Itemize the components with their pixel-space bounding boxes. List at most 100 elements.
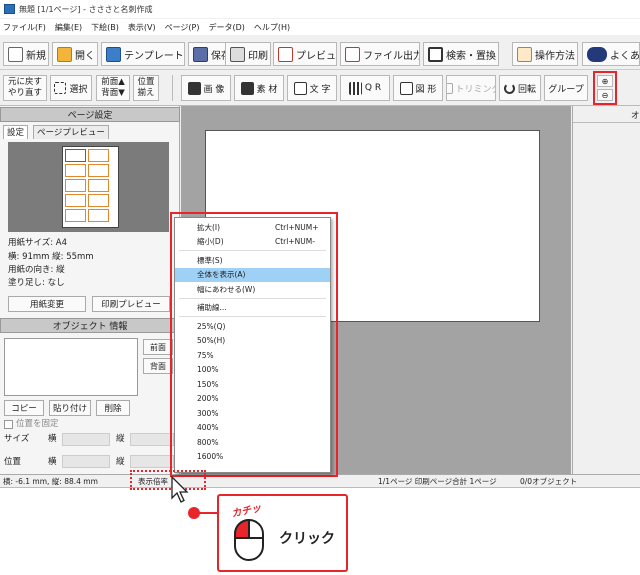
group-button[interactable]: グループ bbox=[544, 75, 588, 101]
zoom-menu-item-label: 補助線... bbox=[197, 303, 227, 312]
paper-orientation-text: 用紙の向き: 縦 bbox=[8, 265, 65, 275]
zoom-menu-item-label: 拡大(I) bbox=[197, 222, 221, 232]
zoom-menu-item-label: 800% bbox=[197, 437, 219, 447]
preview-card bbox=[65, 179, 86, 192]
app-icon bbox=[4, 4, 15, 14]
material-button[interactable]: 素 材 bbox=[234, 75, 284, 101]
new-button[interactable]: 新規 bbox=[3, 42, 49, 66]
faq-button[interactable]: よくあ bbox=[582, 42, 640, 66]
zoom-menu-item[interactable]: 縮小(D) Ctrl+NUM- bbox=[175, 235, 330, 249]
change-paper-button[interactable]: 用紙変更 bbox=[8, 296, 86, 312]
select-button[interactable]: 選択 bbox=[50, 75, 92, 101]
zoom-menu-item[interactable]: 100% bbox=[175, 363, 330, 377]
menu-view[interactable]: 表示(V) bbox=[128, 22, 156, 33]
export-icon bbox=[345, 46, 360, 62]
zoom-menu-item[interactable]: 補助線... bbox=[175, 301, 330, 315]
menu-separator bbox=[179, 250, 326, 251]
menu-background[interactable]: 下絵(B) bbox=[91, 22, 119, 33]
howto-button[interactable]: 操作方法 bbox=[512, 42, 578, 66]
position-y-field[interactable] bbox=[130, 455, 174, 468]
position-label: 位置 bbox=[4, 457, 22, 467]
preview-button[interactable]: プレビュー bbox=[273, 42, 337, 66]
rotate-button[interactable]: 回転 bbox=[499, 75, 541, 101]
hand-pointer-icon bbox=[517, 46, 532, 62]
zoom-menu-item[interactable]: 400% bbox=[175, 421, 330, 435]
size-width-field[interactable] bbox=[62, 433, 110, 446]
zoom-in-button[interactable]: ⊕ bbox=[597, 75, 613, 87]
main-toolbar: 新規 開く テンプレート 保存 印刷 プレビュー ファイル出力 検索・置換 bbox=[0, 38, 640, 70]
image-button[interactable]: 画 像 bbox=[181, 75, 231, 101]
fix-position-checkbox[interactable] bbox=[4, 420, 13, 429]
zoom-menu-item[interactable]: 75% bbox=[175, 348, 330, 362]
page-preview-thumbnail bbox=[8, 142, 169, 232]
zoom-menu-item-label: 全体を表示(A) bbox=[197, 270, 246, 279]
zoom-menu-item[interactable]: 全体を表示(A) bbox=[175, 267, 330, 282]
zoom-menu-item[interactable]: 幅にあわせる(W) bbox=[175, 282, 330, 296]
paste-button[interactable]: 貼り付け bbox=[49, 400, 91, 416]
tab-page-preview[interactable]: ページプレビュー bbox=[33, 125, 109, 139]
zoom-menu-item-label: 標準(S) bbox=[197, 255, 223, 265]
zoom-out-button[interactable]: ⊖ bbox=[597, 89, 613, 101]
trimming-button[interactable]: トリミング bbox=[446, 75, 496, 101]
delete-button[interactable]: 削除 bbox=[96, 400, 130, 416]
position-x-field[interactable] bbox=[62, 455, 110, 468]
print-preview-button[interactable]: 印刷プレビュー bbox=[92, 296, 170, 312]
zoom-menu-item[interactable]: 1600% bbox=[175, 450, 330, 464]
zoom-menu-item[interactable]: 300% bbox=[175, 406, 330, 420]
shape-button[interactable]: 図 形 bbox=[393, 75, 443, 101]
print-button[interactable]: 印刷 bbox=[225, 42, 271, 66]
menu-data[interactable]: データ(D) bbox=[209, 22, 245, 33]
zoom-menu-item[interactable]: 25%(Q) bbox=[175, 319, 330, 333]
preview-card bbox=[88, 194, 109, 207]
zoom-menu-item-label: 150% bbox=[197, 379, 219, 389]
open-button[interactable]: 開く bbox=[52, 42, 98, 66]
click-label: クリック bbox=[279, 531, 335, 547]
object-list[interactable] bbox=[4, 338, 138, 396]
text-button[interactable]: 文 字 bbox=[287, 75, 337, 101]
zoom-menu-item[interactable]: 拡大(I) Ctrl+NUM+ bbox=[175, 220, 330, 234]
page-count-status: 1/1ページ 印刷ページ合計 1ページ bbox=[378, 477, 497, 486]
save-icon bbox=[193, 46, 208, 62]
zoom-menu-item-label: 25%(Q) bbox=[197, 321, 226, 331]
search-replace-button[interactable]: 検索・置換 bbox=[423, 42, 499, 66]
menu-help[interactable]: ヘルプ(H) bbox=[254, 22, 290, 33]
size-height-label: 縦 bbox=[116, 434, 125, 444]
click-callout: カチッ クリック bbox=[217, 494, 348, 572]
template-icon bbox=[106, 46, 121, 62]
zoom-menu-item-label: 1600% bbox=[197, 452, 224, 461]
size-height-field[interactable] bbox=[130, 433, 174, 446]
preview-card bbox=[65, 209, 86, 222]
tab-settings[interactable]: 設定 bbox=[3, 125, 29, 139]
paper-dimensions-text: 横: 91mm 縦: 55mm bbox=[8, 252, 94, 262]
send-back-button[interactable]: 背面 bbox=[143, 358, 173, 374]
zoom-menu-item[interactable]: 標準(S) bbox=[175, 253, 330, 267]
file-export-button[interactable]: ファイル出力 bbox=[340, 42, 420, 66]
menu-file[interactable]: ファイル(F) bbox=[3, 22, 46, 33]
menu-edit[interactable]: 編集(E) bbox=[55, 22, 82, 33]
bring-front-button[interactable]: 前面 bbox=[143, 339, 173, 355]
new-document-icon bbox=[8, 46, 23, 62]
position-y-label: 縦 bbox=[116, 457, 125, 467]
preview-card bbox=[65, 164, 86, 177]
menu-separator bbox=[179, 316, 326, 317]
menu-page[interactable]: ページ(P) bbox=[165, 22, 200, 33]
template-button[interactable]: テンプレート bbox=[101, 42, 185, 66]
zoom-menu-item[interactable]: 200% bbox=[175, 392, 330, 406]
zoom-menu-item[interactable]: 800% bbox=[175, 435, 330, 449]
qa-icon bbox=[587, 46, 607, 62]
qr-button[interactable]: Q R bbox=[340, 75, 390, 101]
fix-position-label: 位置を固定 bbox=[16, 419, 59, 429]
align-button[interactable]: 位置 揃え bbox=[133, 75, 159, 101]
size-width-label: 横 bbox=[48, 434, 57, 444]
trimming-icon bbox=[447, 82, 453, 94]
shape-icon bbox=[399, 81, 413, 95]
size-label: サイズ bbox=[4, 434, 30, 444]
zoom-menu-item[interactable]: 50%(H) bbox=[175, 334, 330, 348]
zoom-status-highlight bbox=[130, 470, 206, 490]
zoom-menu-item-label: 縮小(D) bbox=[197, 237, 224, 246]
undo-redo-button[interactable]: 元に戻す やり直す bbox=[3, 75, 47, 101]
rotate-icon bbox=[503, 82, 515, 94]
copy-button[interactable]: コピー bbox=[4, 400, 44, 416]
zoom-menu-item[interactable]: 150% bbox=[175, 377, 330, 391]
front-back-button[interactable]: 前面▲ 背面▼ bbox=[96, 75, 130, 101]
